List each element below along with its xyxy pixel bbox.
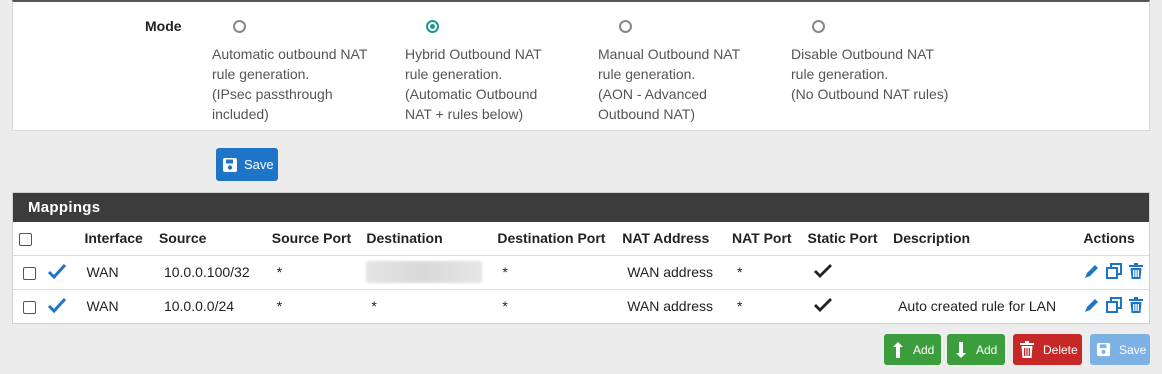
cell-destination-redacted [366,261,483,283]
col-source-port: Source Port [271,230,352,247]
mode-panel: Mode Automatic outbound NAT rule generat… [12,0,1150,131]
table-row[interactable]: WAN 10.0.0.100/32 * * WAN address * [13,254,1149,289]
col-destination-port: Destination Port [497,230,606,247]
col-nat-address: NAT Address [622,230,710,247]
radio-automatic[interactable] [233,20,246,33]
add-bottom-label: Add [976,342,998,357]
table-row[interactable]: WAN 10.0.0.0/24 * * * WAN address * Auto… [13,288,1149,323]
arrow-up-icon [893,341,903,358]
col-description: Description [893,230,971,247]
cell-description [889,254,1080,289]
cell-destination-port: * [493,288,619,323]
cell-nat-address: WAN address [618,288,728,323]
floppy-disk-icon [223,157,237,172]
cell-nat-port: * [727,254,804,289]
row-checkbox[interactable] [23,301,36,315]
mappings-panel: Mappings Interface Source Source Port De… [12,192,1150,324]
enabled-check-icon[interactable] [47,263,67,279]
edit-icon[interactable] [1083,262,1101,283]
arrow-down-icon [956,341,966,358]
copy-icon[interactable] [1105,262,1123,283]
floppy-disk-icon [1096,342,1111,357]
cell-source: 10.0.0.0/24 [154,288,268,323]
cell-nat-port: * [727,288,804,323]
add-bottom-button[interactable]: Add [947,334,1005,365]
radio-disable-label: Disable Outbound NAT rule generation. (N… [791,46,949,102]
cell-destination-port: * [493,254,619,289]
table-header-row: Interface Source Source Port Destination… [13,222,1149,255]
edit-icon[interactable] [1083,296,1101,317]
mode-label: Mode [145,18,182,34]
cell-source-port: * [267,254,363,289]
col-interface: Interface [84,230,143,247]
trash-icon [1020,340,1034,358]
mappings-title: Mappings [13,193,1149,222]
copy-icon[interactable] [1105,296,1123,317]
row-checkbox[interactable] [23,266,36,280]
trash-icon[interactable] [1127,296,1145,317]
enabled-check-icon[interactable] [47,297,67,313]
mappings-table: Interface Source Source Port Destination… [13,222,1149,323]
cell-destination: * [362,288,494,323]
static-port-check-icon [813,263,832,278]
cell-description: Auto created rule for LAN [889,288,1080,323]
radio-automatic-label: Automatic outbound NAT rule generation. … [212,46,368,122]
col-static-port: Static Port [807,230,878,247]
radio-hybrid[interactable] [426,20,439,33]
delete-button[interactable]: Delete [1013,334,1082,365]
delete-label: Delete [1043,342,1078,357]
cell-interface: WAN [80,254,155,289]
static-port-check-icon [813,297,832,312]
cell-nat-address: WAN address [618,254,728,289]
radio-hybrid-label: Hybrid Outbound NAT rule generation. (Au… [405,46,542,122]
cell-source: 10.0.0.100/32 [154,254,268,289]
cell-source-port: * [267,288,363,323]
radio-manual-label: Manual Outbound NAT rule generation. (AO… [598,46,741,122]
add-top-label: Add [913,342,935,357]
footer-save-button[interactable]: Save [1090,334,1150,365]
add-top-button[interactable]: Add [884,334,941,365]
trash-icon[interactable] [1127,262,1145,283]
cell-interface: WAN [80,288,155,323]
col-source: Source [158,230,207,247]
select-all-checkbox[interactable] [19,233,32,247]
col-actions: Actions [1083,230,1135,247]
mode-save-button[interactable]: Save [216,148,278,181]
radio-disable[interactable] [812,20,825,33]
col-nat-port: NAT Port [731,230,792,247]
radio-manual[interactable] [619,20,632,33]
footer-save-label: Save [1119,342,1147,357]
col-destination: Destination [366,230,443,247]
mode-save-label: Save [244,157,274,172]
